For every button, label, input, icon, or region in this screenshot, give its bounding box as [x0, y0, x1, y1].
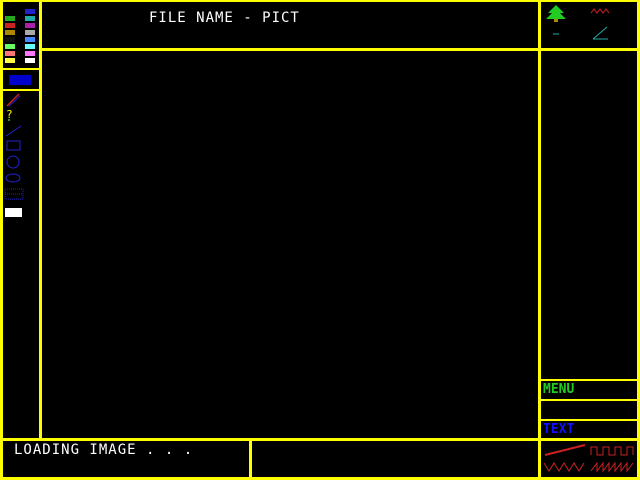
status-message: LOADING IMAGE . . .: [14, 442, 194, 458]
menu-button[interactable]: MENU: [543, 382, 574, 397]
file-name-title: FILE NAME - PICT: [149, 10, 300, 26]
zigzag-icon[interactable]: [590, 8, 610, 14]
sawtooth-wave-icon[interactable]: [590, 461, 634, 473]
text-button[interactable]: TEXT: [543, 422, 574, 437]
effects-panel: [541, 3, 637, 48]
tree-icon[interactable]: [546, 5, 566, 22]
ellipse-tool[interactable]: [5, 173, 21, 183]
color-palette[interactable]: [3, 3, 39, 67]
frame-left: [0, 0, 3, 480]
status-secondary-area: [252, 441, 538, 477]
tool-palette: ?: [3, 92, 39, 222]
angle-icon[interactable]: [592, 26, 608, 40]
palette-swatch[interactable]: [25, 37, 35, 42]
drawing-canvas[interactable]: [42, 51, 538, 438]
palette-swatch[interactable]: [25, 51, 35, 56]
triangle-wave-icon[interactable]: [543, 462, 585, 472]
palette-swatch[interactable]: [25, 16, 35, 21]
eraser-tool[interactable]: [5, 208, 22, 217]
palette-swatch[interactable]: [5, 37, 15, 42]
square-wave-icon[interactable]: [590, 446, 634, 456]
divider-palette: [0, 68, 40, 70]
palette-swatch[interactable]: [5, 23, 15, 28]
divider-menu-bottom: [540, 399, 640, 401]
palette-swatch[interactable]: [25, 30, 35, 35]
divider-current-color: [0, 89, 40, 91]
spray-tool[interactable]: ?: [6, 108, 13, 121]
red-line-icon[interactable]: [544, 444, 586, 456]
circle-tool[interactable]: [6, 155, 20, 169]
divider-text-top: [540, 419, 640, 421]
palette-swatch[interactable]: [5, 30, 15, 35]
current-color-swatch[interactable]: [9, 75, 31, 85]
palette-swatch[interactable]: [5, 44, 15, 49]
rectangle-tool[interactable]: [6, 140, 21, 151]
palette-swatch[interactable]: [25, 23, 35, 28]
divider-menu-top: [540, 379, 640, 381]
fill-pattern-tool[interactable]: [4, 188, 24, 200]
line-tool[interactable]: [5, 125, 22, 137]
palette-swatch[interactable]: [5, 16, 15, 21]
palette-swatch[interactable]: [25, 44, 35, 49]
palette-swatch[interactable]: [25, 9, 35, 14]
pencil-tool[interactable]: [6, 93, 21, 107]
divider-right-panel: [538, 0, 541, 480]
wave-panel: [541, 441, 637, 477]
svg-text:?: ?: [6, 108, 13, 121]
palette-swatch[interactable]: [5, 58, 15, 63]
palette-swatch[interactable]: [25, 58, 35, 63]
palette-swatch[interactable]: [5, 51, 15, 56]
frame-top: [0, 0, 640, 2]
